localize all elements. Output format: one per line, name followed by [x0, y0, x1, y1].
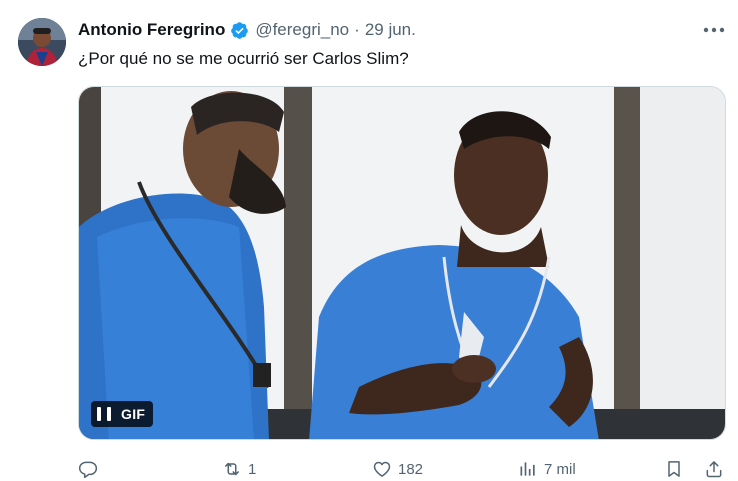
more-options-button[interactable] [700, 18, 728, 42]
gif-media[interactable] [78, 86, 726, 440]
tweet-date[interactable]: 29 jun. [365, 20, 416, 40]
share-icon [706, 461, 722, 478]
separator-dot: · [354, 20, 360, 39]
view-count: 7 mil [544, 460, 576, 478]
author-handle[interactable]: @feregri_no [255, 20, 349, 40]
more-icon [703, 27, 725, 33]
gif-frame [79, 87, 725, 439]
gif-label: GIF [121, 406, 146, 422]
share-button[interactable] [704, 456, 724, 481]
author-name[interactable]: Antonio Feregrino [78, 20, 225, 40]
retweet-icon [225, 462, 239, 476]
retweet-count: 1 [248, 460, 257, 478]
like-icon [373, 461, 391, 477]
views-icon [520, 462, 535, 476]
pause-icon [97, 407, 111, 421]
avatar-image [18, 18, 66, 66]
like-button[interactable]: 182 [372, 456, 423, 481]
verified-badge-icon [231, 21, 249, 39]
action-bar: 1 182 7 mil [78, 456, 728, 481]
reply-button[interactable] [78, 456, 104, 481]
like-count: 182 [398, 460, 424, 478]
bookmark-button[interactable] [664, 456, 684, 481]
reply-icon [78, 461, 98, 479]
bookmark-icon [668, 461, 680, 477]
tweet-header: Antonio Feregrino @feregri_no · 29 jun. [78, 19, 416, 41]
tweet-card[interactable]: Antonio Feregrino @feregri_no · 29 jun. … [0, 0, 738, 481]
avatar[interactable] [18, 18, 66, 66]
views-button[interactable]: 7 mil [518, 456, 576, 481]
tweet-text: ¿Por qué no se me ocurrió ser Carlos Sli… [78, 49, 409, 68]
retweet-button[interactable]: 1 [222, 456, 256, 481]
gif-badge[interactable]: GIF [91, 401, 154, 427]
